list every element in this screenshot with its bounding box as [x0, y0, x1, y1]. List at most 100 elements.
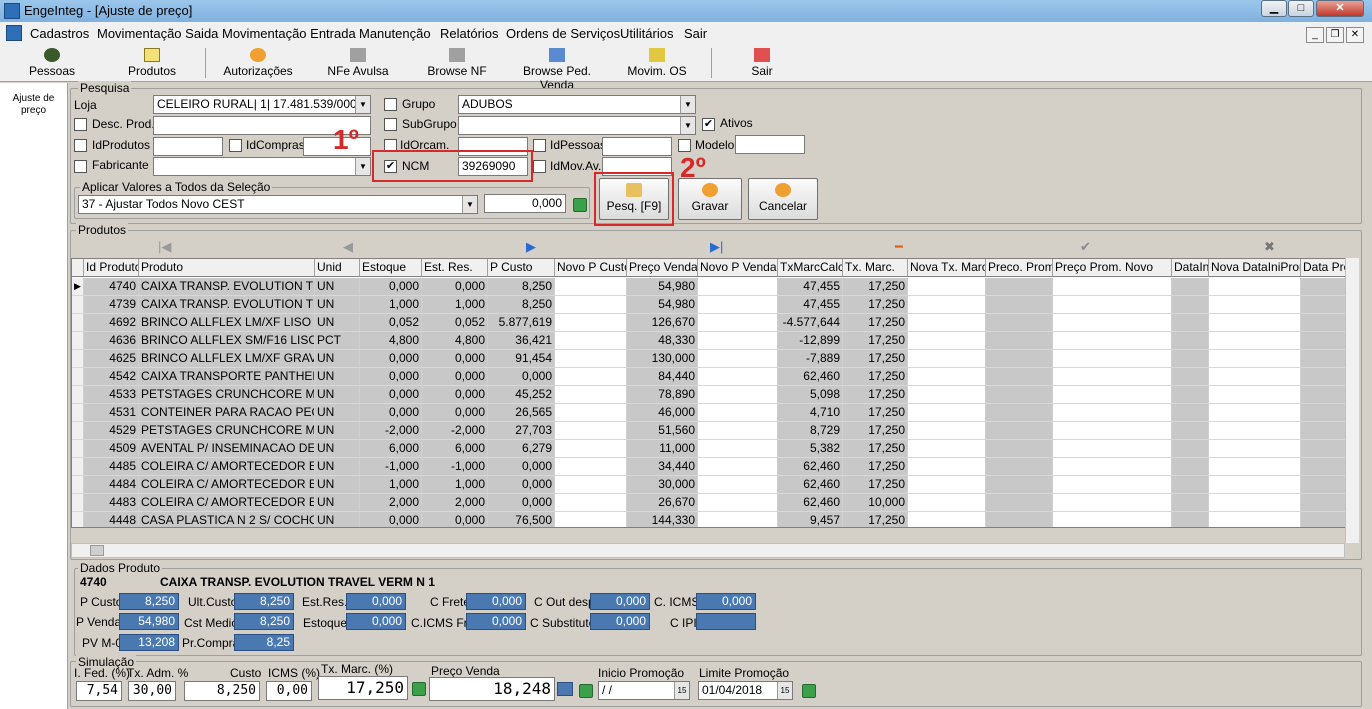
row-indicator[interactable] [72, 422, 84, 440]
loja-select[interactable]: CELEIRO RURAL| 1| 17.481.539/0001-0 ▼ [153, 95, 371, 114]
table-cell[interactable] [908, 368, 986, 386]
row-indicator[interactable] [72, 350, 84, 368]
table-cell[interactable] [555, 512, 627, 527]
table-cell[interactable] [555, 278, 627, 296]
table-cell[interactable] [1053, 440, 1172, 458]
row-indicator[interactable]: ▶ [72, 278, 84, 296]
table-cell[interactable] [555, 440, 627, 458]
table-cell[interactable] [1209, 494, 1301, 512]
table-cell[interactable] [908, 314, 986, 332]
chevron-down-icon[interactable]: ▼ [462, 196, 477, 213]
table-cell[interactable] [698, 404, 778, 422]
column-header[interactable]: Produto [139, 259, 315, 277]
table-cell[interactable] [1209, 386, 1301, 404]
pesq-button[interactable]: Pesq. [F9] [599, 178, 669, 220]
column-header[interactable]: Est. Res. [422, 259, 488, 277]
limite-date[interactable]: 01/04/2018 15 [698, 681, 793, 700]
table-cell[interactable] [1053, 512, 1172, 527]
table-cell[interactable] [1053, 422, 1172, 440]
menu-manutencao[interactable]: Manutenção [359, 26, 431, 41]
aplicar-amount-input[interactable]: 0,000 [484, 194, 566, 213]
toolbar-browse-nf-button[interactable]: Browse NF [424, 44, 490, 82]
vertical-scrollbar[interactable] [1345, 258, 1359, 543]
grupo-select[interactable]: ADUBOS ▼ [458, 95, 696, 114]
row-indicator[interactable] [72, 476, 84, 494]
fabricante-checkbox[interactable] [74, 160, 87, 173]
table-cell[interactable] [555, 404, 627, 422]
minimize-icon[interactable]: ▁ [1261, 0, 1287, 17]
table-cell[interactable] [1209, 278, 1301, 296]
column-header[interactable]: Preço Venda [627, 259, 698, 277]
table-cell[interactable] [698, 278, 778, 296]
subgrupo-checkbox[interactable] [384, 118, 397, 131]
table-cell[interactable] [698, 314, 778, 332]
table-cell[interactable] [908, 512, 986, 527]
mdi-minimize-icon[interactable]: _ [1306, 27, 1324, 43]
table-cell[interactable] [908, 296, 986, 314]
toolbar-produtos-button[interactable]: Produtos [122, 44, 182, 82]
side-item-ajuste-preco[interactable]: Ajuste de preço [0, 93, 67, 117]
subgrupo-select[interactable]: ▼ [458, 116, 696, 135]
table-cell[interactable] [1209, 368, 1301, 386]
modelo-input[interactable] [735, 135, 805, 154]
column-header[interactable]: Novo P Custo [555, 259, 627, 277]
row-indicator[interactable] [72, 314, 84, 332]
idprodutos-input[interactable] [153, 137, 223, 156]
table-cell[interactable] [1053, 386, 1172, 404]
nav-post-icon[interactable]: ✔ [1080, 239, 1091, 255]
table-cell[interactable] [698, 296, 778, 314]
row-indicator[interactable] [72, 404, 84, 422]
calendar-icon[interactable]: 15 [777, 682, 792, 699]
table-row[interactable]: 4542 CAIXA TRANSPORTE PANTHER N UN 0,000 0,0… [72, 368, 1358, 386]
column-header[interactable]: Estoque [360, 259, 422, 277]
column-header[interactable]: TxMarcCalc [778, 259, 843, 277]
table-cell[interactable] [555, 296, 627, 314]
menu-movimentacao-entrada[interactable]: Movimentação Entrada [222, 26, 356, 41]
gravar-button[interactable]: Gravar [678, 178, 742, 220]
table-row[interactable]: 4484 COLEIRA C/ AMORTECEDOR E GI UN 1,000 1,… [72, 476, 1358, 494]
chevron-down-icon[interactable]: ▼ [680, 96, 695, 113]
table-cell[interactable] [1053, 368, 1172, 386]
mdi-close-icon[interactable]: ✕ [1346, 27, 1364, 43]
menu-cadastros[interactable]: Cadastros [30, 26, 89, 41]
horizontal-scrollbar[interactable] [71, 543, 1345, 558]
row-indicator[interactable] [72, 386, 84, 404]
toolbar-browse-ped-venda-button[interactable]: Browse Ped. Venda [506, 44, 608, 92]
table-cell[interactable] [1053, 296, 1172, 314]
table-cell[interactable] [908, 458, 986, 476]
txmarc-input[interactable]: 17,250 [318, 676, 408, 700]
table-cell[interactable] [698, 512, 778, 527]
table-row[interactable]: 4448CASA PLASTICA N 2 S/ COCHONEUN0,0000… [72, 512, 1358, 527]
table-row[interactable]: 4531CONTEINER PARA RACAO PEQ C/UN0,0000,… [72, 404, 1358, 422]
table-cell[interactable] [555, 386, 627, 404]
row-indicator[interactable] [72, 368, 84, 386]
ativos-checkbox[interactable]: ✔ [702, 118, 715, 131]
table-cell[interactable] [698, 476, 778, 494]
calculator-icon[interactable] [557, 682, 573, 696]
table-cell[interactable] [698, 350, 778, 368]
table-row[interactable]: 4625BRINCO ALLFLEX LM/XF GRAVADOUN0,0000… [72, 350, 1358, 368]
table-cell[interactable] [1053, 494, 1172, 512]
column-header[interactable]: DataIniProm [1172, 259, 1209, 277]
column-header[interactable]: Id Produto [84, 259, 139, 277]
row-indicator[interactable] [72, 512, 84, 527]
toolbar-autorizacoes-button[interactable]: Autorizações [222, 44, 294, 82]
table-cell[interactable] [1053, 350, 1172, 368]
table-cell[interactable] [1209, 422, 1301, 440]
table-cell[interactable] [908, 332, 986, 350]
table-cell[interactable] [1209, 332, 1301, 350]
sim-pvenda-input[interactable]: 18,248 [429, 677, 555, 701]
nav-next-icon[interactable]: ▶ [526, 239, 536, 255]
table-cell[interactable] [698, 332, 778, 350]
table-row[interactable]: 4739 CAIXA TRANSP. EVOLUTION TRA UN 1,000 1,… [72, 296, 1358, 314]
table-cell[interactable] [908, 476, 986, 494]
column-header[interactable]: Preço Prom. Novo [1053, 259, 1172, 277]
aplicar-select[interactable]: 37 - Ajustar Todos Novo CEST ▼ [78, 195, 478, 214]
table-cell[interactable] [698, 458, 778, 476]
row-indicator[interactable] [72, 332, 84, 350]
table-cell[interactable] [555, 458, 627, 476]
table-row[interactable]: 4533PETSTAGES CRUNCHCORE MEDIUN0,0000,00… [72, 386, 1358, 404]
refresh-icon[interactable] [802, 684, 816, 698]
column-header[interactable]: Preco. Prom. [986, 259, 1053, 277]
table-row[interactable]: 4529 PETSTAGES CRUNCHCORE MINI UN -2,000 -2,… [72, 422, 1358, 440]
